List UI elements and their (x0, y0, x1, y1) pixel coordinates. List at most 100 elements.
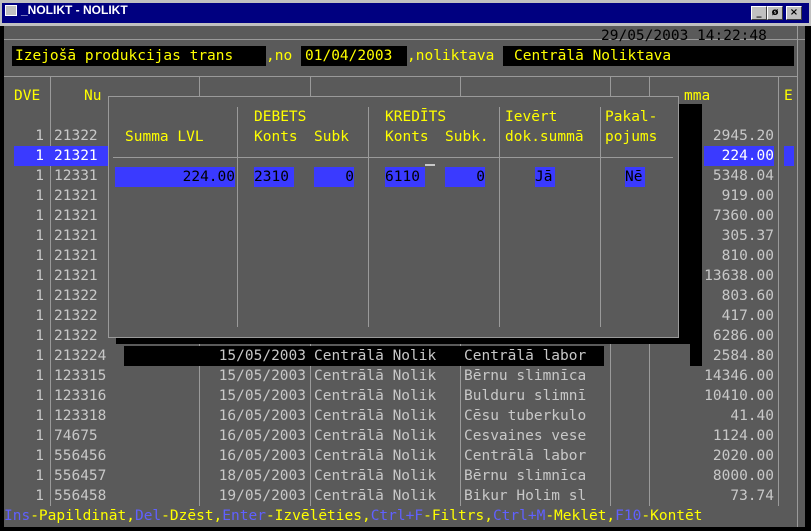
cell-client: Cēsu tuberkulo (464, 408, 587, 424)
restore-button[interactable]: ø (767, 6, 783, 20)
cell-warehouse: Centrālā Nolik (314, 388, 437, 404)
shortcut-key[interactable]: Del (135, 508, 161, 524)
cell-client: Bikur Holim sl (464, 488, 587, 504)
cell-number: 74675 (54, 428, 98, 444)
cell-dve: 1 (35, 388, 44, 404)
cell-number: 213224 (54, 348, 107, 364)
dialog-sep-2 (368, 107, 369, 327)
cell-warehouse: Centrālā Nolik (314, 408, 437, 424)
debets-subk-input[interactable]: 0 (314, 167, 354, 187)
shortcut-action: -Dzēst, (161, 508, 223, 524)
cell-dve: 1 (35, 448, 44, 464)
cell-date: 16/05/2003 (218, 408, 306, 424)
cell-warehouse: Centrālā Nolik (314, 468, 437, 484)
shortcut-action: -Kontēt (641, 508, 703, 524)
debets-konts-label: Konts (254, 129, 298, 145)
cell-dve: 1 (35, 348, 44, 364)
cell-dve: 1 (35, 248, 44, 264)
debets-konts-input[interactable]: 2310 (254, 167, 294, 187)
ievert-label-2: dok.summā (505, 129, 584, 145)
cell-sum: 8000.00 (712, 468, 774, 484)
cell-client: Centrālā labor (464, 448, 587, 464)
close-button[interactable]: × (786, 6, 802, 20)
cell-date: 18/05/2003 (218, 468, 306, 484)
cell-number: 556458 (54, 488, 107, 504)
cell-date: 15/05/2003 (218, 388, 306, 404)
kredits-subk-label: Subk. (445, 129, 489, 145)
col-header-summa: mma (684, 88, 711, 104)
cell-dve: 1 (35, 148, 44, 164)
status-bar: Ins-Papildināt,Del-Dzēst,Enter-Izvēlētie… (4, 506, 702, 526)
ievert-label-1: Ievērt (505, 109, 558, 125)
shortcut-key[interactable]: Ins (4, 508, 30, 524)
shortcut-key[interactable]: Enter (222, 508, 266, 524)
cell-sum: 2584.80 (712, 348, 774, 364)
cell-dve: 1 (35, 428, 44, 444)
header-no-label: ,no (266, 46, 301, 66)
cell-date: 15/05/2003 (218, 348, 306, 364)
cell-number: 123315 (54, 368, 107, 384)
shortcut-key[interactable]: Ctrl+F (371, 508, 423, 524)
cell-client: Bulduru slimnī (464, 388, 587, 404)
cell-number: 123318 (54, 408, 107, 424)
pak-label-2: pojums (605, 129, 658, 145)
shortcut-key[interactable]: Ctrl+M (493, 508, 545, 524)
cell-dve: 1 (35, 488, 44, 504)
cell-dve: 1 (35, 268, 44, 284)
kredits-konts-label: Konts (385, 129, 429, 145)
row-highlight-e (784, 146, 794, 166)
cell-dve: 1 (35, 208, 44, 224)
cell-date: 19/05/2003 (218, 488, 306, 504)
col-header-nr: Nu (84, 88, 102, 104)
cell-sum: 1124.00 (712, 428, 774, 444)
cell-dve: 1 (35, 308, 44, 324)
window-title: _NOLIKT - NOLIKT (21, 3, 128, 17)
cell-warehouse: Centrālā Nolik (314, 448, 437, 464)
kredits-konts-input[interactable]: 6110 (385, 167, 425, 187)
cell-client: Centrālā labor (464, 348, 587, 364)
app-icon[interactable] (5, 5, 17, 16)
cell-client: Bērnu slimnīca (464, 368, 587, 384)
header-date-input[interactable]: 01/04/2003 (305, 46, 392, 66)
cell-sum: 73.74 (730, 488, 774, 504)
shortcut-action: -Meklēt, (545, 508, 616, 524)
cell-sum: 14346.00 (704, 368, 774, 384)
debets-subk-label: Subk (314, 129, 349, 145)
window-titlebar: _NOLIKT - NOLIKT _ ø × (0, 0, 811, 26)
cell-sum: 41.40 (730, 408, 774, 424)
pak-label-1: Pakal- (605, 109, 658, 125)
shortcut-action: -Izvēlēties, (265, 508, 371, 524)
shortcut-key[interactable]: F10 (615, 508, 641, 524)
cell-dve: 1 (35, 168, 44, 184)
cell-date: 16/05/2003 (218, 448, 306, 464)
cell-sum: 10410.00 (704, 388, 774, 404)
datetime: 29/05/2003 14:22:48 (601, 28, 767, 44)
cell-client: Bērnu slimnīca (464, 468, 587, 484)
cell-dve: 1 (35, 188, 44, 204)
kredits-subk-input[interactable]: 0 (445, 167, 485, 187)
ievert-toggle[interactable]: Jā (535, 167, 555, 187)
cell-dve: 1 (35, 408, 44, 424)
summa-input[interactable]: 224.00 (115, 167, 235, 187)
header-divider (4, 76, 797, 77)
dialog-sep-3 (499, 107, 500, 327)
cell-dve: 1 (35, 228, 44, 244)
col-header-e: E (784, 88, 793, 104)
cell-date: 16/05/2003 (218, 428, 306, 444)
minimize-button[interactable]: _ (751, 6, 767, 20)
cell-dve: 1 (35, 128, 44, 144)
header-warehouse-label: ,noliktava (407, 46, 504, 66)
header-warehouse-input[interactable]: Centrālā Noliktava (514, 46, 671, 66)
pak-toggle[interactable]: Nē (625, 167, 645, 187)
dialog-header-divider (113, 157, 673, 158)
col-header-dve: DVE (14, 88, 41, 104)
cell-number: 556456 (54, 448, 107, 464)
cell-sum: 2020.00 (712, 448, 774, 464)
cell-warehouse: Centrālā Nolik (314, 348, 437, 364)
text-cursor (425, 164, 435, 166)
shortcut-action: -Filtrs, (423, 508, 493, 524)
cell-number: 123316 (54, 388, 107, 404)
cell-dve: 1 (35, 368, 44, 384)
cell-dve: 1 (35, 468, 44, 484)
console-screen: 29/05/2003 14:22:48 Izejošā produkcijas … (4, 26, 805, 527)
